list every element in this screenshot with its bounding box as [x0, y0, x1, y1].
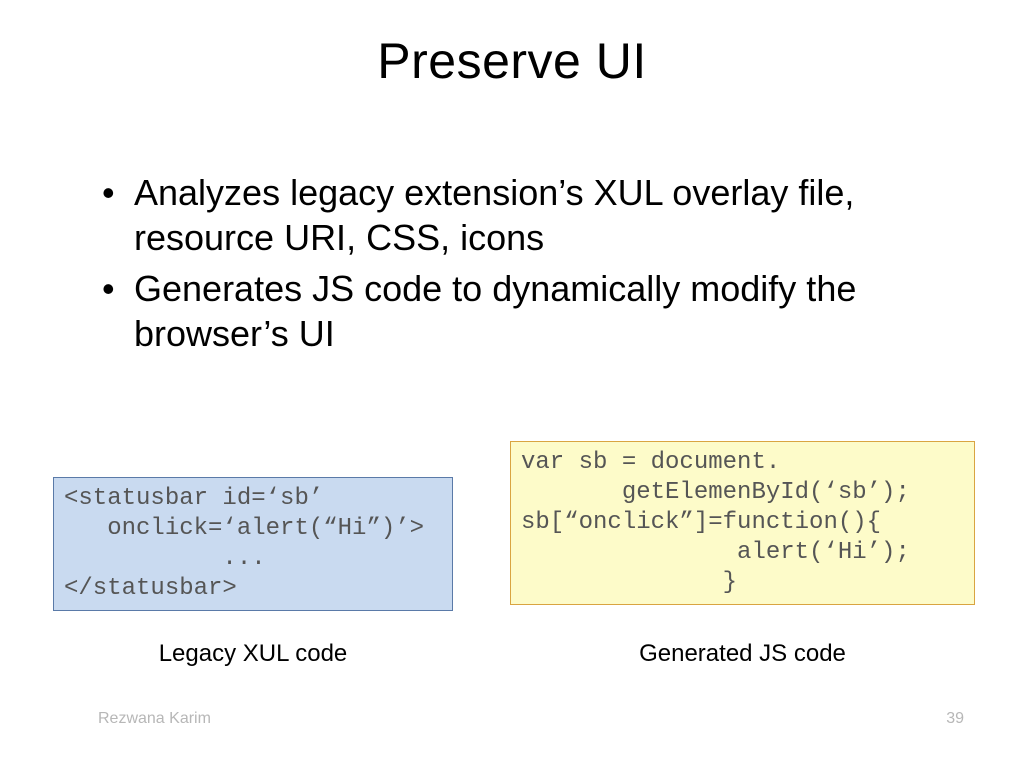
js-caption: Generated JS code [510, 640, 975, 668]
slide-title: Preserve UI [0, 32, 1024, 90]
xul-code-box: <statusbar id=‘sb’ onclick=‘alert(“Hi”)’… [53, 477, 453, 611]
bullet-list: Analyzes legacy extension’s XUL overlay … [98, 170, 958, 362]
footer-author: Rezwana Karim [98, 710, 211, 728]
footer-page: 39 [946, 710, 964, 728]
slide: Preserve UI Analyzes legacy extension’s … [0, 0, 1024, 768]
bullet-item: Analyzes legacy extension’s XUL overlay … [98, 170, 958, 260]
xul-caption: Legacy XUL code [53, 640, 453, 668]
bullet-item: Generates JS code to dynamically modify … [98, 266, 958, 356]
js-code-box: var sb = document. getElemenById(‘sb’); … [510, 441, 975, 605]
